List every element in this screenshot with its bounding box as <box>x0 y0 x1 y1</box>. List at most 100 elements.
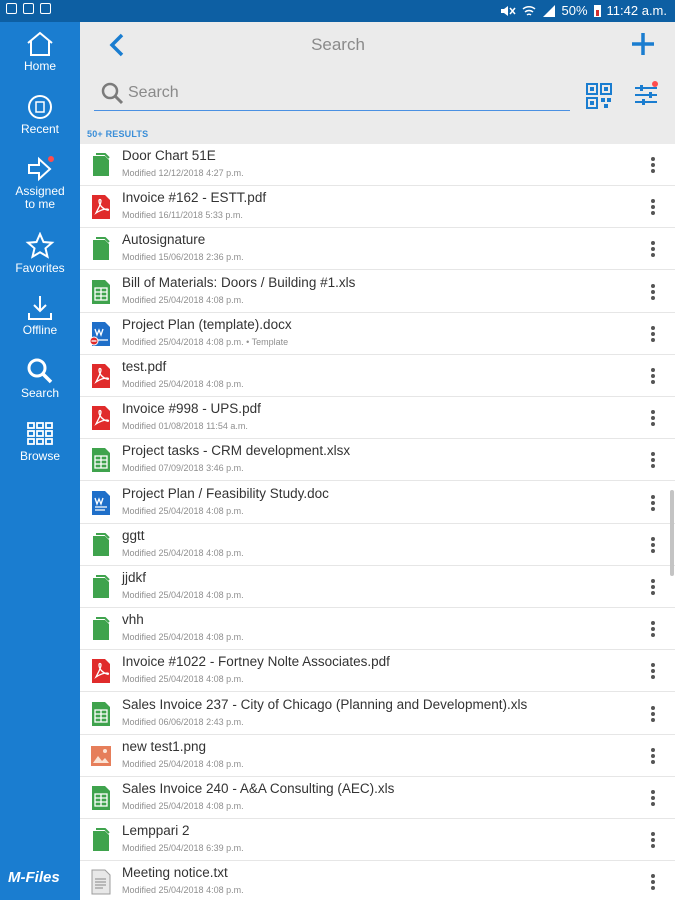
file-modified: Modified 25/04/2018 4:08 p.m. <box>122 674 244 685</box>
pdf-file-icon <box>90 363 112 389</box>
file-modified: Modified 25/04/2018 6:39 p.m. <box>122 843 244 854</box>
sidebar-item-assigned[interactable]: Assigned to me <box>0 155 80 221</box>
document-icon <box>90 532 112 558</box>
file-modified: Modified 25/04/2018 4:08 p.m. <box>122 547 244 558</box>
word-template-icon <box>89 321 112 347</box>
more-options-icon[interactable] <box>644 577 662 599</box>
file-name: Project Plan (template).docx <box>122 316 292 332</box>
sidebar-item-label: Browse <box>19 449 60 463</box>
scrollbar[interactable] <box>670 490 674 576</box>
more-options-icon[interactable] <box>644 619 662 641</box>
more-options-icon[interactable] <box>644 661 662 683</box>
list-item[interactable]: new test1.png Modified 25/04/2018 4:08 p.… <box>80 735 675 777</box>
status-bar: 50% 11:42 a.m. <box>0 0 675 22</box>
document-icon <box>90 574 112 600</box>
file-modified: Modified 25/04/2018 4:08 p.m. <box>122 885 244 896</box>
list-item[interactable]: Meeting notice.txt Modified 25/04/2018 4:… <box>80 861 675 900</box>
header: Search 50+ RESULTS <box>80 22 675 144</box>
qr-scan-button[interactable] <box>585 82 613 110</box>
list-item[interactable]: Sales Invoice 237 - City of Chicago (Pla… <box>80 693 675 735</box>
list-item[interactable]: jjdkf Modified 25/04/2018 4:08 p.m. <box>80 566 675 608</box>
more-options-icon[interactable] <box>644 239 662 261</box>
wifi-icon <box>522 5 535 16</box>
list-item[interactable]: Project Plan (template).docx Modified 25/… <box>80 313 675 355</box>
more-options-icon[interactable] <box>644 704 662 726</box>
qr-code-icon <box>586 83 612 109</box>
list-item[interactable]: Project tasks - CRM development.xlsx Modi… <box>80 439 675 482</box>
status-indicators: 50% 11:42 a.m. <box>500 3 667 18</box>
file-modified: Modified 01/08/2018 11:54 a.m. <box>122 421 248 432</box>
search-input[interactable] <box>128 81 558 105</box>
star-icon <box>25 232 55 259</box>
more-options-icon[interactable] <box>644 450 662 472</box>
sidebar-item-offline[interactable]: Offline <box>0 294 80 354</box>
add-button[interactable] <box>630 31 656 57</box>
more-options-icon[interactable] <box>644 155 662 177</box>
sidebar-item-browse[interactable]: Browse <box>0 420 80 480</box>
list-item[interactable]: Lemppari 2 Modified 25/04/2018 6:39 p.m. <box>80 819 675 862</box>
list-item[interactable]: Autosignature Modified 15/06/2018 2:36 p.… <box>80 228 675 271</box>
battery-percent: 50% <box>561 3 588 18</box>
file-name: test.pdf <box>122 359 167 374</box>
more-options-icon[interactable] <box>644 197 662 219</box>
file-name: Invoice #162 - ESTT.pdf <box>122 190 267 206</box>
sidebar-item-label: Offline <box>22 323 58 337</box>
list-item[interactable]: Invoice #162 - ESTT.pdf Modified 16/11/20… <box>80 186 675 229</box>
image-file-icon <box>90 743 112 769</box>
more-options-icon[interactable] <box>644 493 662 515</box>
sidebar-item-favorites[interactable]: Favorites <box>0 232 80 292</box>
pdf-file-icon <box>90 194 112 220</box>
list-item[interactable]: Invoice #998 - UPS.pdf Modified 01/08/201… <box>80 397 675 440</box>
sidebar-item-label: Assigned to me <box>15 184 65 211</box>
home-icon <box>27 31 53 56</box>
list-item[interactable]: Invoice #1022 - Fortney Nolte Associates… <box>80 650 675 693</box>
file-modified: Modified 25/04/2018 4:08 p.m. <box>122 758 244 769</box>
list-item[interactable]: Project Plan / Feasibility Study.doc Modi… <box>80 482 675 524</box>
more-options-icon[interactable] <box>644 788 662 810</box>
search-icon <box>27 358 53 384</box>
file-modified: Modified 07/09/2018 3:46 p.m. <box>122 463 244 474</box>
list-item[interactable]: Door Chart 51E Modified 12/12/2018 4:27 p… <box>80 144 675 186</box>
sidebar-item-search[interactable]: Search <box>0 357 80 417</box>
mute-icon <box>500 5 516 16</box>
list-item[interactable]: ggtt Modified 25/04/2018 4:08 p.m. <box>80 524 675 566</box>
more-options-icon[interactable] <box>644 830 662 852</box>
more-options-icon[interactable] <box>644 408 662 430</box>
file-name: Sales Invoice 240 - A&A Consulting (AEC)… <box>122 781 395 796</box>
list-item[interactable]: Bill of Materials: Doors / Building #1.x… <box>80 271 675 313</box>
file-modified: Modified 25/04/2018 4:08 p.m. <box>122 294 244 305</box>
file-modified: Modified 16/11/2018 5:33 p.m. <box>122 210 243 221</box>
search-box <box>94 77 570 111</box>
file-modified: Modified 06/06/2018 2:43 p.m. <box>122 716 244 727</box>
more-options-icon[interactable] <box>644 872 662 894</box>
notification-icon <box>6 3 17 14</box>
sidebar-item-label: Favorites <box>15 261 65 275</box>
spreadsheet-file-icon <box>90 701 112 727</box>
text-file-icon <box>90 869 112 895</box>
list-item[interactable]: vhh Modified 25/04/2018 4:08 p.m. <box>80 608 675 651</box>
file-modified: Modified 15/06/2018 2:36 p.m. <box>122 252 244 263</box>
filter-button[interactable] <box>632 80 660 108</box>
file-name: Meeting notice.txt <box>122 865 228 881</box>
more-options-icon[interactable] <box>644 366 662 388</box>
file-name: Door Chart 51E <box>122 148 216 163</box>
more-options-icon[interactable] <box>644 282 662 304</box>
more-options-icon[interactable] <box>644 324 662 346</box>
file-name: Project Plan / Feasibility Study.doc <box>122 485 329 501</box>
file-name: Invoice #998 - UPS.pdf <box>122 401 261 417</box>
file-name: Bill of Materials: Doors / Building #1.x… <box>122 274 356 290</box>
list-item[interactable]: Sales Invoice 240 - A&A Consulting (AEC)… <box>80 777 675 819</box>
file-modified: Modified 25/04/2018 4:08 p.m. <box>122 379 244 389</box>
document-icon <box>90 827 112 853</box>
list-item[interactable]: test.pdf Modified 25/04/2018 4:08 p.m. <box>80 355 675 397</box>
file-name: vhh <box>122 612 144 628</box>
sidebar-item-recent[interactable]: Recent <box>0 93 80 153</box>
recent-icon <box>28 95 52 119</box>
sidebar-item-home[interactable]: Home <box>0 30 80 90</box>
assigned-icon <box>28 156 54 182</box>
more-options-icon[interactable] <box>644 746 662 768</box>
more-options-icon[interactable] <box>644 535 662 557</box>
page-title: Search <box>311 35 365 54</box>
notification-icon <box>23 3 34 14</box>
pdf-file-icon <box>90 405 112 431</box>
